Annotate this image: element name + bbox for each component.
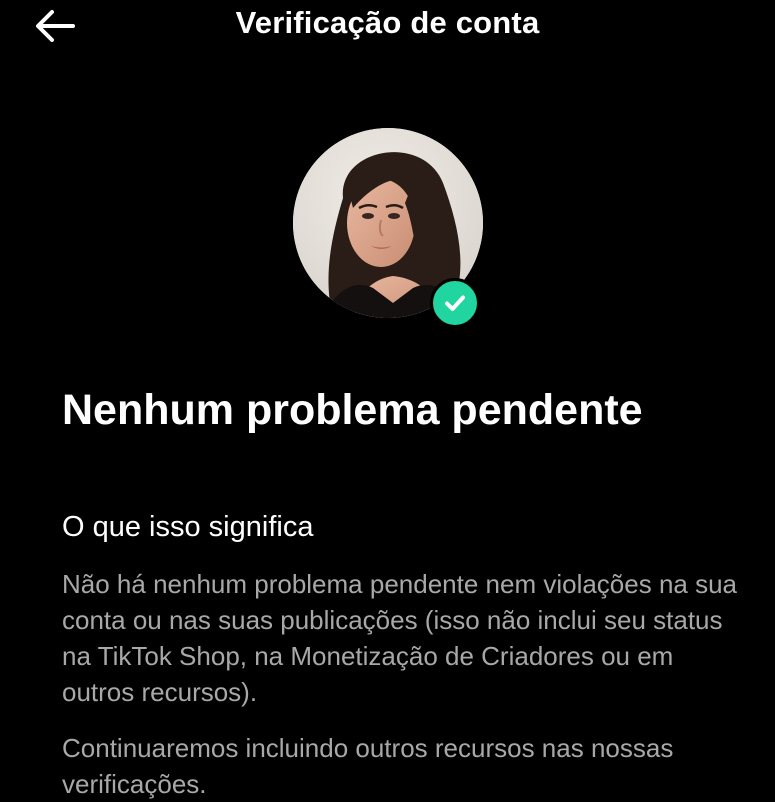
section-heading: O que isso significa <box>62 511 314 543</box>
profile-avatar-group <box>293 128 483 328</box>
verified-badge <box>430 278 480 328</box>
explanation-paragraph: Não há nenhum problema pendente nem viol… <box>62 569 738 707</box>
top-bar: Verificação de conta <box>0 0 775 52</box>
check-circle-icon <box>445 295 465 311</box>
info-paragraph: Continuaremos incluindo outros recursos … <box>62 733 674 799</box>
page-title: Verificação de conta <box>235 5 540 40</box>
status-title: Nenhum problema pendente <box>62 386 643 434</box>
